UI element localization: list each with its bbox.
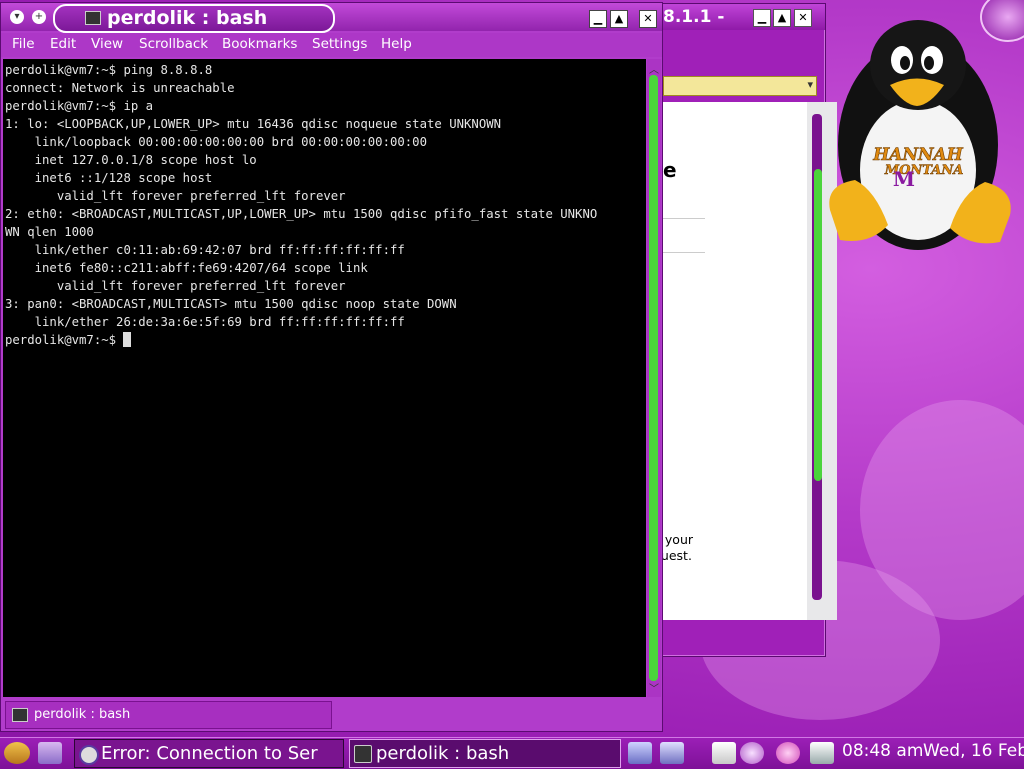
- terminal-window[interactable]: ▾ + perdolik : bash ▁ ▲ ✕ File Edit View…: [0, 2, 663, 732]
- browser-icon: [79, 745, 99, 765]
- notes-icon[interactable]: [712, 742, 736, 764]
- chevron-down-icon[interactable]: ﹀: [649, 680, 659, 695]
- maximize-button[interactable]: ▲: [773, 9, 791, 27]
- task-label: perdolik : bash: [376, 743, 510, 764]
- menu-scrollback[interactable]: Scrollback: [139, 36, 208, 52]
- terminal-scrollbar[interactable]: ︿ ﹀: [647, 59, 661, 697]
- terminal-tab[interactable]: perdolik : bash: [5, 701, 332, 729]
- terminal-lines: perdolik@vm7:~$ ping 8.8.8.8 connect: Ne…: [3, 59, 646, 349]
- folder-icon[interactable]: [38, 742, 62, 764]
- terminal-line: WN qlen 1000: [5, 225, 94, 239]
- display-icon[interactable]: [660, 742, 684, 764]
- network-icon[interactable]: [628, 742, 652, 764]
- terminal-titlebar[interactable]: ▾ + perdolik : bash ▁ ▲ ✕: [1, 3, 662, 33]
- window-title: perdolik : bash: [107, 7, 268, 29]
- date[interactable]: Wed, 16 Feb: [923, 741, 1024, 761]
- terminal-icon: [12, 708, 28, 722]
- url-bar[interactable]: ▾: [663, 76, 817, 96]
- terminal-line: inet6 ::1/128 scope host: [5, 171, 213, 185]
- task-label: Error: Connection to Ser: [101, 743, 318, 764]
- menu-help[interactable]: Help: [381, 36, 412, 52]
- logo-line1: HANNAH: [872, 145, 964, 165]
- terminal-line: link/ether c0:11:ab:69:42:07 brd ff:ff:f…: [5, 243, 405, 257]
- minimize-button[interactable]: ▁: [589, 10, 607, 28]
- browser-window[interactable]: 8.1.1 - ▁ ▲ ✕ ▾ e g your quest.: [652, 3, 837, 657]
- chat-icon[interactable]: [776, 742, 800, 764]
- taskbar-task-browser[interactable]: Error: Connection to Ser: [74, 739, 344, 768]
- terminal-line: perdolik@vm7:~$ ping 8.8.8.8: [5, 63, 213, 77]
- terminal-line: connect: Network is unreachable: [5, 81, 235, 95]
- tux-penguin-wallpaper: HANNAH MONTANA M: [829, 20, 1011, 250]
- close-button[interactable]: ✕: [794, 9, 812, 27]
- sticky-icon[interactable]: +: [32, 10, 46, 24]
- clock[interactable]: 08:48 am: [842, 741, 923, 761]
- start-menu-icon[interactable]: [4, 742, 30, 764]
- power-plug-icon[interactable]: [810, 742, 834, 764]
- minimize-button[interactable]: ▁: [753, 9, 771, 27]
- terminal-line: link/loopback 00:00:00:00:00:00 brd 00:0…: [5, 135, 427, 149]
- menu-bar: File Edit View Scrollback Bookmarks Sett…: [1, 33, 662, 57]
- terminal-line: 3: pan0: <BROADCAST,MULTICAST> mtu 1500 …: [5, 297, 457, 311]
- browser-title: 8.1.1 -: [663, 7, 725, 27]
- menu-file[interactable]: File: [12, 36, 35, 52]
- taskbar-task-terminal[interactable]: perdolik : bash: [349, 739, 621, 768]
- terminal-prompt: perdolik@vm7:~$: [5, 333, 124, 347]
- window-menu-icon[interactable]: ▾: [10, 10, 24, 24]
- terminal-line: valid_lft forever preferred_lft forever: [5, 279, 346, 293]
- terminal-output[interactable]: perdolik@vm7:~$ ping 8.8.8.8 connect: Ne…: [3, 59, 646, 697]
- terminal-line: inet6 fe80::c211:abff:fe69:4207/64 scope…: [5, 261, 368, 275]
- tab-label: perdolik : bash: [34, 707, 131, 722]
- terminal-tab-bar: perdolik : bash: [1, 699, 662, 731]
- terminal-icon: [354, 745, 372, 763]
- maximize-button[interactable]: ▲: [610, 10, 628, 28]
- terminal-icon: [85, 11, 101, 25]
- browser-content: e g your quest.: [653, 102, 837, 620]
- title-pill: perdolik : bash: [53, 4, 335, 33]
- logo-initial: M: [893, 167, 915, 191]
- lightbulb-icon[interactable]: [740, 742, 764, 764]
- taskbar: Error: Connection to Ser perdolik : bash…: [0, 737, 1024, 769]
- menu-view[interactable]: View: [91, 36, 123, 52]
- browser-titlebar[interactable]: 8.1.1 - ▁ ▲ ✕: [653, 4, 825, 30]
- menu-bookmarks[interactable]: Bookmarks: [222, 36, 297, 52]
- chevron-down-icon[interactable]: ▾: [807, 78, 813, 91]
- terminal-line: inet 127.0.0.1/8 scope host lo: [5, 153, 257, 167]
- chevron-up-icon[interactable]: ︿: [649, 61, 659, 76]
- terminal-line: perdolik@vm7:~$ ip a: [5, 99, 154, 113]
- text-cursor: [123, 332, 132, 347]
- terminal-line: valid_lft forever preferred_lft forever: [5, 189, 346, 203]
- menu-edit[interactable]: Edit: [50, 36, 76, 52]
- menu-settings[interactable]: Settings: [312, 36, 367, 52]
- terminal-line: 1: lo: <LOOPBACK,UP,LOWER_UP> mtu 16436 …: [5, 117, 502, 131]
- terminal-line: 2: eth0: <BROADCAST,MULTICAST,UP,LOWER_U…: [5, 207, 598, 221]
- terminal-scroll-thumb[interactable]: [649, 75, 658, 681]
- terminal-line: link/ether 26:de:3a:6e:5f:69 brd ff:ff:f…: [5, 315, 405, 329]
- close-button[interactable]: ✕: [639, 10, 657, 28]
- error-heading-fragment: e: [663, 158, 677, 182]
